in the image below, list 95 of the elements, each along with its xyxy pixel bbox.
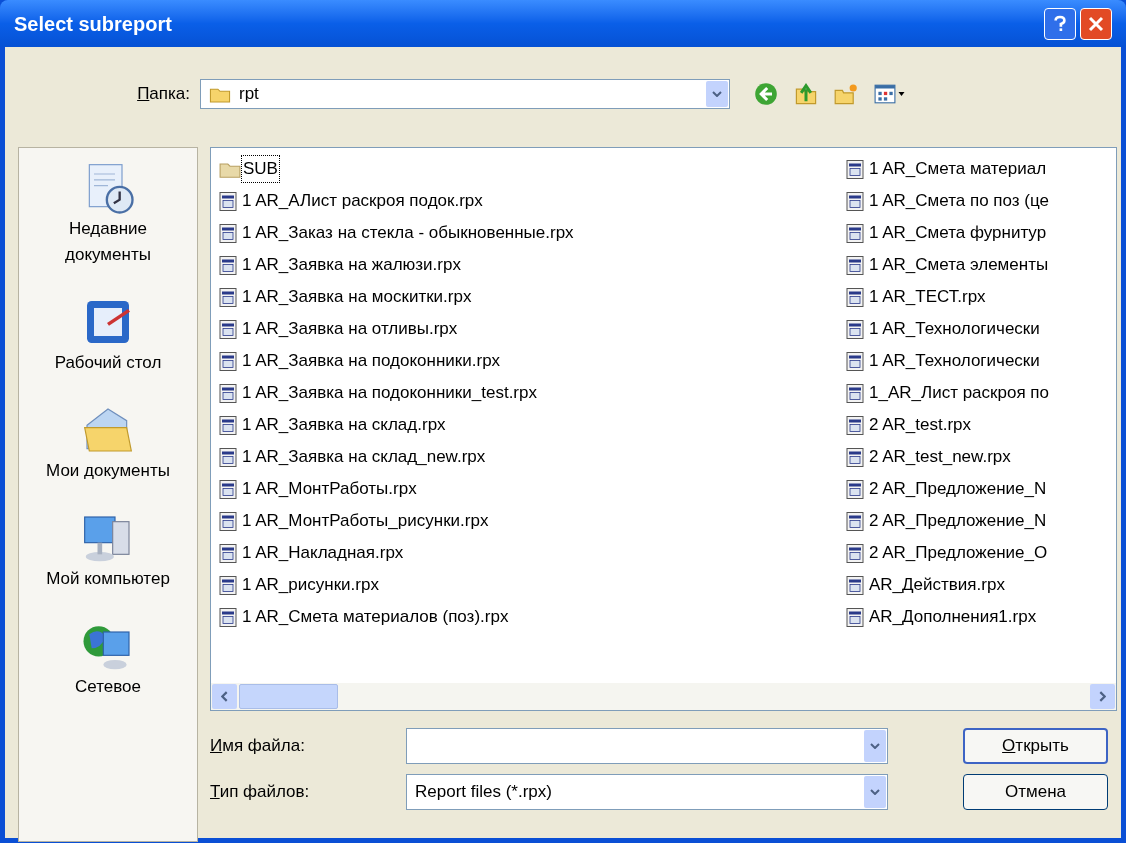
file-type-value: Report files (*.rpx) <box>415 781 553 804</box>
report-file-icon <box>846 254 864 276</box>
places-bar-item[interactable]: Недавние документы <box>23 160 193 268</box>
report-file-icon <box>846 286 864 308</box>
report-file-icon <box>219 446 237 468</box>
chevron-down-icon <box>712 91 722 97</box>
report-file-icon <box>846 350 864 372</box>
scroll-left-button[interactable] <box>212 684 237 709</box>
file-item[interactable]: 1 AR_рисунки.rpx <box>219 569 380 601</box>
report-file-icon <box>219 222 237 244</box>
file-item[interactable]: 1 AR_АЛист раскроя подок.rpx <box>219 185 484 217</box>
report-file-icon <box>219 606 237 628</box>
help-button[interactable] <box>1044 7 1076 40</box>
report-file-icon <box>846 478 864 500</box>
folder-item[interactable]: SUB <box>219 153 279 185</box>
report-file-icon <box>219 382 237 404</box>
chevron-right-icon <box>1099 691 1106 702</box>
scroll-right-button[interactable] <box>1090 684 1115 709</box>
file-item[interactable]: 1 AR_Смета материалов (поз).rpx <box>219 601 510 633</box>
file-item[interactable]: 1 AR_Накладная.rpx <box>219 537 405 569</box>
places-bar-item[interactable]: Рабочий стол <box>23 294 193 376</box>
report-file-icon <box>219 574 237 596</box>
window-title: Select subreport <box>14 11 173 37</box>
report-file-icon <box>846 190 864 212</box>
report-file-icon <box>219 414 237 436</box>
file-item[interactable]: 2 AR_Предложение_N <box>846 505 1048 537</box>
file-item[interactable]: 1 AR_Заявка на подоконники.rpx <box>219 345 502 377</box>
file-item[interactable]: 1 AR_Смета элементы <box>846 249 1050 281</box>
places-bar-item[interactable]: Сетевое <box>23 618 193 700</box>
look-in-label: Папка: <box>136 83 191 106</box>
report-file-icon <box>846 382 864 404</box>
file-item[interactable]: 1 AR_МонтРаботы_рисунки.rpx <box>219 505 490 537</box>
report-file-icon <box>846 606 864 628</box>
file-item[interactable]: 2 AR_Предложение_О <box>846 537 1049 569</box>
file-item[interactable]: 1_AR_Лист раскроя по <box>846 377 1050 409</box>
file-item[interactable]: 1 AR_Заявка на жалюзи.rpx <box>219 249 462 281</box>
file-item[interactable]: 2 AR_test.rpx <box>846 409 973 441</box>
file-item[interactable]: 1 AR_Смета фурнитур <box>846 217 1048 249</box>
file-item[interactable]: 2 AR_Предложение_N <box>846 473 1048 505</box>
scroll-thumb[interactable] <box>239 684 338 709</box>
close-icon <box>1088 15 1104 32</box>
dropdown-arrow-button[interactable] <box>864 776 886 808</box>
file-type-dropdown[interactable]: Report files (*.rpx) <box>406 774 888 810</box>
report-file-icon <box>219 254 237 276</box>
report-file-icon <box>846 318 864 340</box>
report-file-icon <box>846 574 864 596</box>
folder-up-icon[interactable] <box>794 82 818 106</box>
file-item[interactable]: 1 AR_Заявка на отливы.rpx <box>219 313 459 345</box>
file-item[interactable]: 1 AR_Смета материал <box>846 153 1048 185</box>
file-item[interactable]: 1 AR_Заявка на склад.rpx <box>219 409 447 441</box>
report-file-icon <box>846 542 864 564</box>
chevron-down-icon <box>870 789 880 795</box>
report-file-icon <box>219 318 237 340</box>
open-button[interactable]: Открыть <box>963 728 1108 764</box>
close-button[interactable] <box>1080 7 1112 40</box>
file-item[interactable]: AR_Действия.rpx <box>846 569 1006 601</box>
places-bar-item[interactable]: Мой компьютер <box>23 510 193 592</box>
report-file-icon <box>846 414 864 436</box>
file-item[interactable]: 1 AR_Заявка на москитки.rpx <box>219 281 473 313</box>
file-item[interactable]: 1 AR_Заказ на стекла - обыкновенные.rpx <box>219 217 575 249</box>
report-file-icon <box>219 190 237 212</box>
dropdown-arrow-button[interactable] <box>706 81 728 107</box>
file-item[interactable]: 1 AR_Смета по поз (це <box>846 185 1050 217</box>
file-name-label: Имя файла: <box>210 735 306 758</box>
chevron-down-icon <box>870 743 880 749</box>
report-file-icon <box>219 286 237 308</box>
file-item[interactable]: AR_Дополнения1.rpx <box>846 601 1038 633</box>
chevron-left-icon <box>221 691 228 702</box>
file-item[interactable]: 1 AR_МонтРаботы.rpx <box>219 473 418 505</box>
report-file-icon <box>846 222 864 244</box>
cancel-button[interactable]: Отмена <box>963 774 1108 810</box>
report-file-icon <box>219 542 237 564</box>
report-file-icon <box>219 478 237 500</box>
file-item[interactable]: 1 AR_Заявка на подоконники_test.rpx <box>219 377 538 409</box>
file-item[interactable]: 2 AR_test_new.rpx <box>846 441 1012 473</box>
grid-view-icon <box>874 83 896 105</box>
new-folder-icon[interactable] <box>834 82 858 106</box>
report-file-icon <box>219 510 237 532</box>
look-in-value: rpt <box>239 83 260 106</box>
report-file-icon <box>846 158 864 180</box>
file-item[interactable]: 1 AR_Заявка на склад_new.rpx <box>219 441 487 473</box>
places-bar-item[interactable]: Мои документы <box>23 402 193 484</box>
report-file-icon <box>846 510 864 532</box>
look-in-dropdown[interactable]: rpt <box>200 79 730 109</box>
file-name-field[interactable] <box>406 728 888 764</box>
file-type-label: Тип файлов: <box>210 781 311 804</box>
caret-icon <box>898 92 905 96</box>
view-menu-button[interactable] <box>874 83 905 105</box>
question-mark-icon <box>1053 13 1067 34</box>
file-item[interactable]: 1 AR_Технологически <box>846 313 1041 345</box>
report-file-icon <box>846 446 864 468</box>
report-file-icon <box>219 350 237 372</box>
file-item[interactable]: 1 AR_ТЕСТ.rpx <box>846 281 987 313</box>
file-item[interactable]: 1 AR_Технологически <box>846 345 1041 377</box>
dropdown-arrow-button[interactable] <box>864 730 886 762</box>
